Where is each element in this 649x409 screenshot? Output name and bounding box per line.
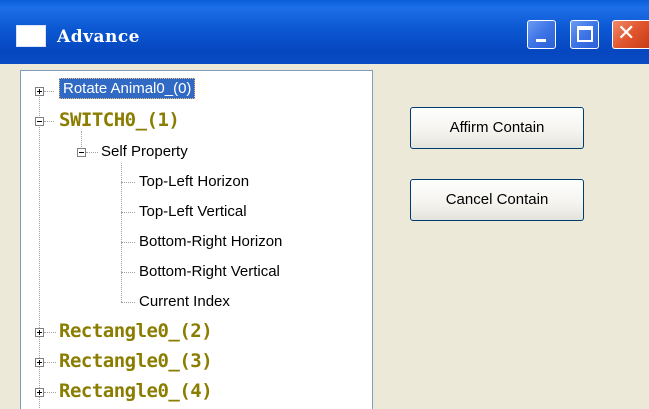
tree-branch-line <box>121 212 135 213</box>
expand-toggle-icon[interactable] <box>35 87 44 96</box>
tree-branch-line <box>121 242 135 243</box>
window-title: Advance <box>57 27 140 47</box>
object-tree-view[interactable]: Rotate Animal0_(0) SWITCH0_(1) Self Prop… <box>20 70 373 409</box>
tree-node-bottom-right-horizon[interactable]: Bottom-Right Horizon <box>139 233 282 250</box>
tree-branch-line <box>121 302 135 303</box>
affirm-contain-button[interactable]: Affirm Contain <box>410 107 584 149</box>
expand-toggle-icon[interactable] <box>35 358 44 367</box>
tree-branch-line <box>44 392 56 393</box>
close-icon: ✕ <box>617 21 636 46</box>
tree-node-switch[interactable]: SWITCH0_(1) <box>59 109 180 131</box>
tree-node-top-left-horizon[interactable]: Top-Left Horizon <box>139 173 249 190</box>
tree-branch-line <box>44 121 54 122</box>
tree-grandchild-line <box>121 163 122 302</box>
tree-node-self-property[interactable]: Self Property <box>101 143 188 160</box>
tree-branch-line <box>44 91 54 92</box>
tree-node-rectangle-4[interactable]: Rectangle0_(4) <box>59 380 213 402</box>
tree-branch-line <box>44 332 56 333</box>
minimize-icon <box>536 39 546 42</box>
tree-node-rotate-animal[interactable]: Rotate Animal0_(0) <box>59 78 196 99</box>
expand-toggle-icon[interactable] <box>35 328 44 337</box>
advance-window: Advance ✕ Rotate Animal0_(0) SWITCH0_(1)… <box>0 0 649 409</box>
collapse-toggle-icon[interactable] <box>35 117 44 126</box>
maximize-button[interactable] <box>570 20 599 49</box>
minimize-button[interactable] <box>527 20 556 49</box>
close-button[interactable]: ✕ <box>612 20 649 49</box>
title-bar[interactable]: Advance ✕ <box>0 0 649 64</box>
tree-node-rectangle-2[interactable]: Rectangle0_(2) <box>59 320 213 342</box>
window-icon <box>16 25 46 47</box>
maximize-icon <box>577 26 593 42</box>
tree-branch-line <box>121 272 135 273</box>
cancel-contain-button[interactable]: Cancel Contain <box>410 179 584 221</box>
tree-node-top-left-vertical[interactable]: Top-Left Vertical <box>139 203 247 220</box>
tree-branch-line <box>44 362 56 363</box>
tree-branch-line <box>121 182 135 183</box>
tree-node-current-index[interactable]: Current Index <box>139 293 230 310</box>
tree-node-bottom-right-vertical[interactable]: Bottom-Right Vertical <box>139 263 280 280</box>
expand-toggle-icon[interactable] <box>35 388 44 397</box>
tree-node-label: Rotate Animal0_(0) <box>59 78 196 99</box>
tree-node-rectangle-3[interactable]: Rectangle0_(3) <box>59 350 213 372</box>
collapse-toggle-icon[interactable] <box>77 148 86 157</box>
tree-branch-line <box>86 152 98 153</box>
